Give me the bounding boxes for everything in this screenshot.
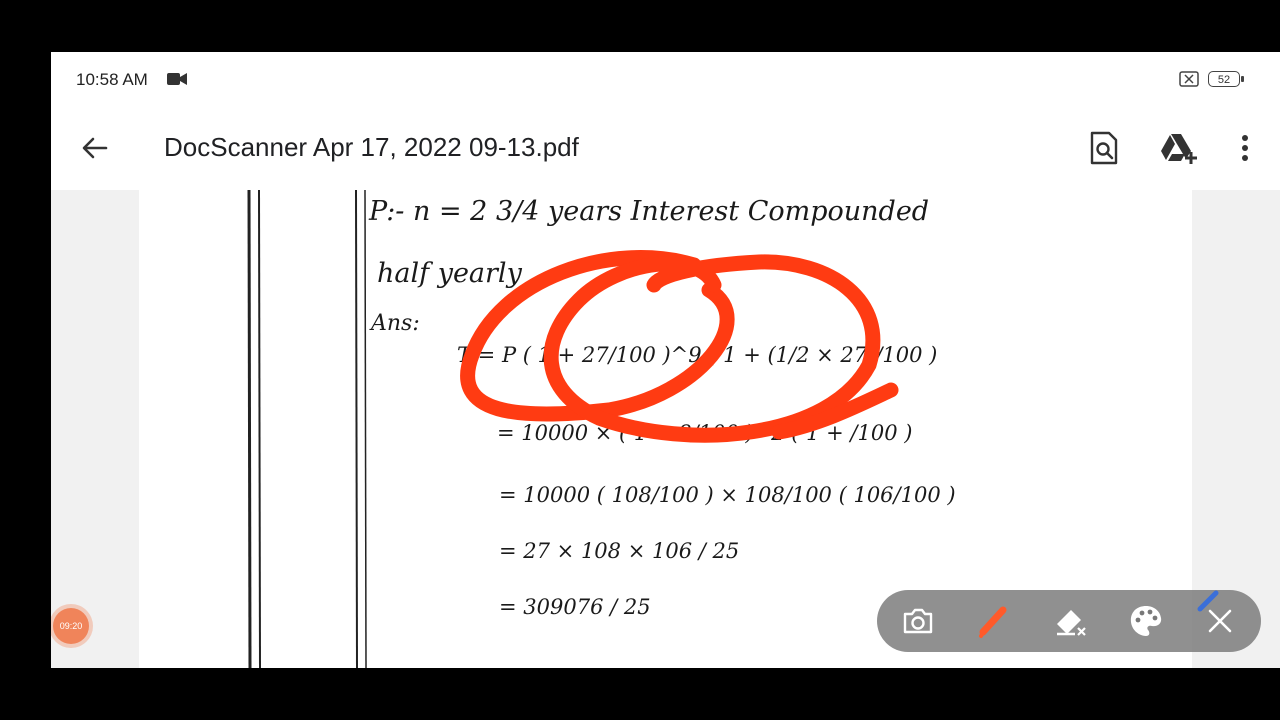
more-vert-icon	[1242, 135, 1248, 161]
close-icon	[1208, 609, 1232, 633]
camera-icon	[903, 608, 933, 634]
screen-record-icon	[167, 73, 187, 85]
line-step-3: = 10000 ( 108/100 ) × 108/100 ( 106/100 …	[499, 483, 956, 507]
pen-icon	[979, 606, 1007, 638]
floating-bubble-label: 09:20	[59, 621, 83, 631]
line-given: P:- n = 2 3/4 years Interest Compounded	[368, 196, 929, 227]
search-document-icon	[1090, 131, 1118, 165]
line-step-5: = 309076 / 25	[499, 595, 651, 619]
device-screen: 10:58 AM 52 DocScanner Apr 17, 2022 09-1…	[51, 52, 1280, 668]
palette-icon	[1130, 606, 1162, 636]
google-drive-add-icon	[1161, 134, 1197, 164]
screenshot-button[interactable]	[897, 600, 939, 642]
battery-level: 52	[1217, 74, 1231, 86]
line-half-yearly: half yearly	[377, 258, 523, 289]
notification-x-icon	[1179, 71, 1199, 87]
quick-pen-button[interactable]	[1196, 587, 1222, 613]
more-options-button[interactable]	[1235, 130, 1255, 166]
add-to-drive-button[interactable]	[1159, 132, 1199, 166]
eraser-icon	[1057, 610, 1086, 636]
status-time: 10:58 AM	[76, 70, 148, 89]
document-title: DocScanner Apr 17, 2022 09-13.pdf	[164, 132, 579, 162]
battery-indicator: 52	[1208, 71, 1244, 87]
eraser-tool-button[interactable]	[1049, 600, 1091, 642]
find-in-document-button[interactable]	[1087, 130, 1121, 166]
floating-recorder-bubble[interactable]: 09:20	[53, 608, 89, 644]
line-step-4: = 27 × 108 × 106 / 25	[499, 539, 739, 563]
app-bar: DocScanner Apr 17, 2022 09-13.pdf	[51, 106, 1280, 190]
pen-icon	[1197, 590, 1219, 612]
line-ans: Ans:	[369, 311, 420, 336]
color-palette-button[interactable]	[1125, 600, 1167, 642]
arrow-left-icon	[82, 137, 108, 159]
back-button[interactable]	[75, 128, 115, 168]
status-bar: 10:58 AM 52	[51, 52, 1280, 106]
pen-tool-button[interactable]	[973, 600, 1015, 642]
